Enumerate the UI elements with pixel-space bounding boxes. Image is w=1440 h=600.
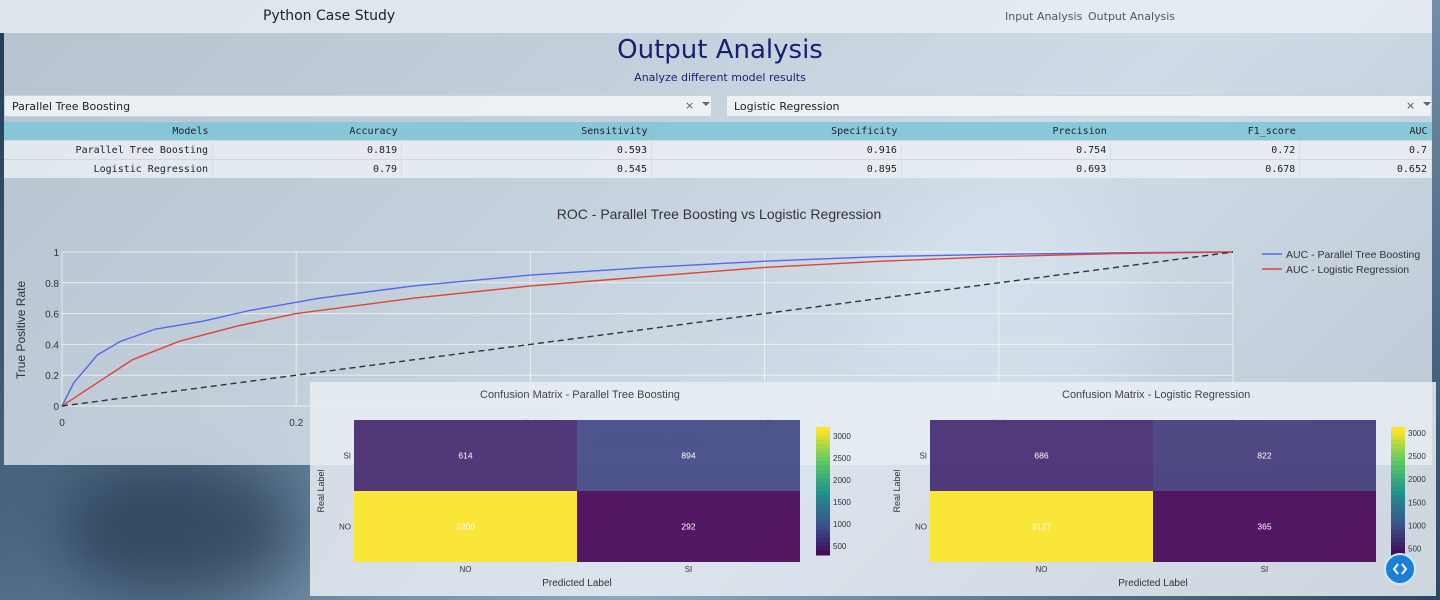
table-cell[interactable]: Parallel Tree Boosting <box>4 140 213 160</box>
table-cell[interactable]: 0.545 <box>401 159 652 178</box>
table-cell[interactable]: 0.895 <box>651 159 902 178</box>
table-cell[interactable]: 0.652 <box>1299 159 1432 178</box>
table-row: Parallel Tree Boosting 0.819 0.593 0.916… <box>4 140 1432 160</box>
page-title: Output Analysis <box>617 35 823 65</box>
brand-title[interactable]: Python Case Study <box>263 8 395 24</box>
model-select-2[interactable]: Logistic Regression × <box>726 95 1432 117</box>
table-cell[interactable]: 0.678 <box>1110 159 1301 178</box>
column-header-auc[interactable]: AUC <box>1299 122 1432 141</box>
table-header-row: Models Accuracy Sensitivity Specificity … <box>4 122 1432 141</box>
clear-icon[interactable]: × <box>1406 99 1415 112</box>
table-row: Logistic Regression 0.79 0.545 0.895 0.6… <box>4 159 1432 178</box>
table-cell[interactable]: 0.693 <box>901 159 1112 178</box>
chevron-down-icon[interactable] <box>1423 102 1431 106</box>
model-select-1[interactable]: Parallel Tree Boosting × <box>4 95 712 117</box>
page-subtitle: Analyze different model results <box>634 71 806 84</box>
column-header-models[interactable]: Models <box>4 122 213 141</box>
nav-link-output-analysis[interactable]: Output Analysis <box>1088 10 1175 23</box>
chevron-down-icon[interactable] <box>702 102 710 106</box>
column-header-precision[interactable]: Precision <box>901 122 1111 141</box>
background-shadow <box>60 460 300 600</box>
column-header-sensitivity[interactable]: Sensitivity <box>401 122 652 141</box>
table-cell[interactable]: 0.72 <box>1110 140 1301 160</box>
column-header-f1-score[interactable]: F1_score <box>1110 122 1300 141</box>
table-cell[interactable]: 0.819 <box>212 140 403 160</box>
confusion-matrix-panel <box>310 382 1436 596</box>
column-header-specificity[interactable]: Specificity <box>651 122 902 141</box>
table-cell[interactable]: Logistic Regression <box>4 159 213 178</box>
nav-link-input-analysis[interactable]: Input Analysis <box>1005 10 1082 23</box>
confusion-matrix-title-lr: Confusion Matrix - Logistic Regression <box>1062 389 1251 401</box>
table-cell[interactable]: 0.7 <box>1299 140 1432 160</box>
table-cell[interactable]: 0.916 <box>651 140 902 160</box>
code-toggle-button[interactable] <box>1384 553 1416 585</box>
column-header-accuracy[interactable]: Accuracy <box>212 122 402 141</box>
roc-chart-title: ROC - Parallel Tree Boosting vs Logistic… <box>556 206 882 222</box>
clear-icon[interactable]: × <box>685 99 694 112</box>
navbar: Python Case Study Input Analysis Output … <box>0 0 1432 33</box>
model-select-1-value: Parallel Tree Boosting <box>12 100 131 113</box>
code-brackets-icon <box>1392 563 1408 575</box>
confusion-matrix-title-ptb: Confusion Matrix - Parallel Tree Boostin… <box>480 389 680 401</box>
table-cell[interactable]: 0.754 <box>901 140 1112 160</box>
metrics-table: Models Accuracy Sensitivity Specificity … <box>4 122 1432 178</box>
table-cell[interactable]: 0.79 <box>212 159 403 178</box>
table-cell[interactable]: 0.593 <box>401 140 652 160</box>
model-select-2-value: Logistic Regression <box>734 100 840 113</box>
